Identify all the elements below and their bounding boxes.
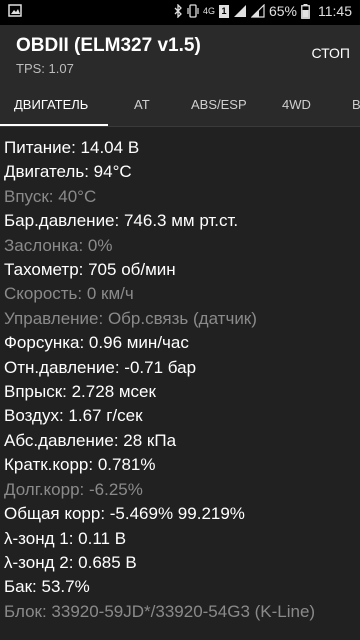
- reading-voltage: Питание: 14.04 В: [4, 138, 140, 157]
- reading-lambda-1: λ-зонд 1: 0.11 В: [4, 528, 127, 548]
- reading-injection-time: Впрыск: 2.728 мсек: [4, 382, 156, 402]
- reading-baro-pressure: Бар.давление: 746.3 мм рт.ст.: [4, 211, 239, 231]
- clock: 11:45: [318, 3, 352, 19]
- signal-icon: [233, 5, 246, 17]
- status-bar: 4G 1 65% 11:45: [0, 0, 360, 25]
- reading-engine-temp: Двигатель: 94°C: [4, 162, 132, 182]
- reading-speed: Скорость: 0 км/ч: [4, 284, 134, 304]
- reading-relative-pressure: Отн.давление: -0.71 бар: [4, 357, 197, 377]
- stop-button[interactable]: СТОП: [311, 45, 350, 61]
- tab-bar: ДВИГАТЕЛЬ AT ABS/ESP 4WD В: [0, 83, 360, 127]
- reading-intake-temp: Впуск: 40°C: [4, 186, 97, 206]
- tps-readout: TPS: 1.07: [16, 61, 74, 76]
- battery-percent: 65%: [268, 3, 297, 19]
- tab-abs-esp[interactable]: ABS/ESP: [191, 83, 247, 126]
- sim-indicator: 1: [218, 4, 229, 18]
- network-type: 4G: [202, 5, 215, 16]
- reading-abs-pressure: Абс.давление: 28 кПа: [4, 430, 177, 450]
- reading-rpm: Тахометр: 705 об/мин: [4, 260, 176, 280]
- reading-airflow: Воздух: 1.67 г/сек: [4, 406, 143, 426]
- readings-list: Питание: 14.04 В Двигатель: 94°C Впуск: …: [0, 127, 360, 640]
- gallery-icon: [8, 4, 22, 17]
- battery-icon: [301, 3, 310, 19]
- tab-at[interactable]: AT: [134, 83, 150, 126]
- bluetooth-icon: [174, 4, 182, 18]
- reading-long-trim: Долг.корр: -6.25%: [4, 479, 143, 499]
- app-bar: OBDII (ELM327 v1.5) TPS: 1.07 СТОП: [0, 25, 360, 83]
- reading-lambda-2: λ-зонд 2: 0.685 В: [4, 552, 137, 572]
- app-title: OBDII (ELM327 v1.5): [16, 35, 201, 56]
- notification-icons: [8, 4, 22, 20]
- reading-throttle: Заслонка: 0%: [4, 235, 113, 255]
- reading-total-trim: Общая корр: -5.469% 99.219%: [4, 504, 245, 524]
- tab-next[interactable]: В: [352, 83, 360, 126]
- reading-injector: Форсунка: 0.96 мин/час: [4, 333, 189, 353]
- tab-4wd[interactable]: 4WD: [282, 83, 311, 126]
- signal-2-icon: [250, 4, 265, 18]
- vibrate-icon: [187, 4, 199, 18]
- reading-ecu-id: Блок: 33920-59JD*/33920-54G3 (K-Line): [4, 601, 316, 621]
- reading-fuel-tank: Бак: 53.7%: [4, 577, 90, 597]
- tab-engine[interactable]: ДВИГАТЕЛЬ: [14, 83, 88, 126]
- reading-control-mode: Управление: Обр.связь (датчик): [4, 308, 257, 328]
- reading-short-trim: Кратк.корр: 0.781%: [4, 455, 156, 475]
